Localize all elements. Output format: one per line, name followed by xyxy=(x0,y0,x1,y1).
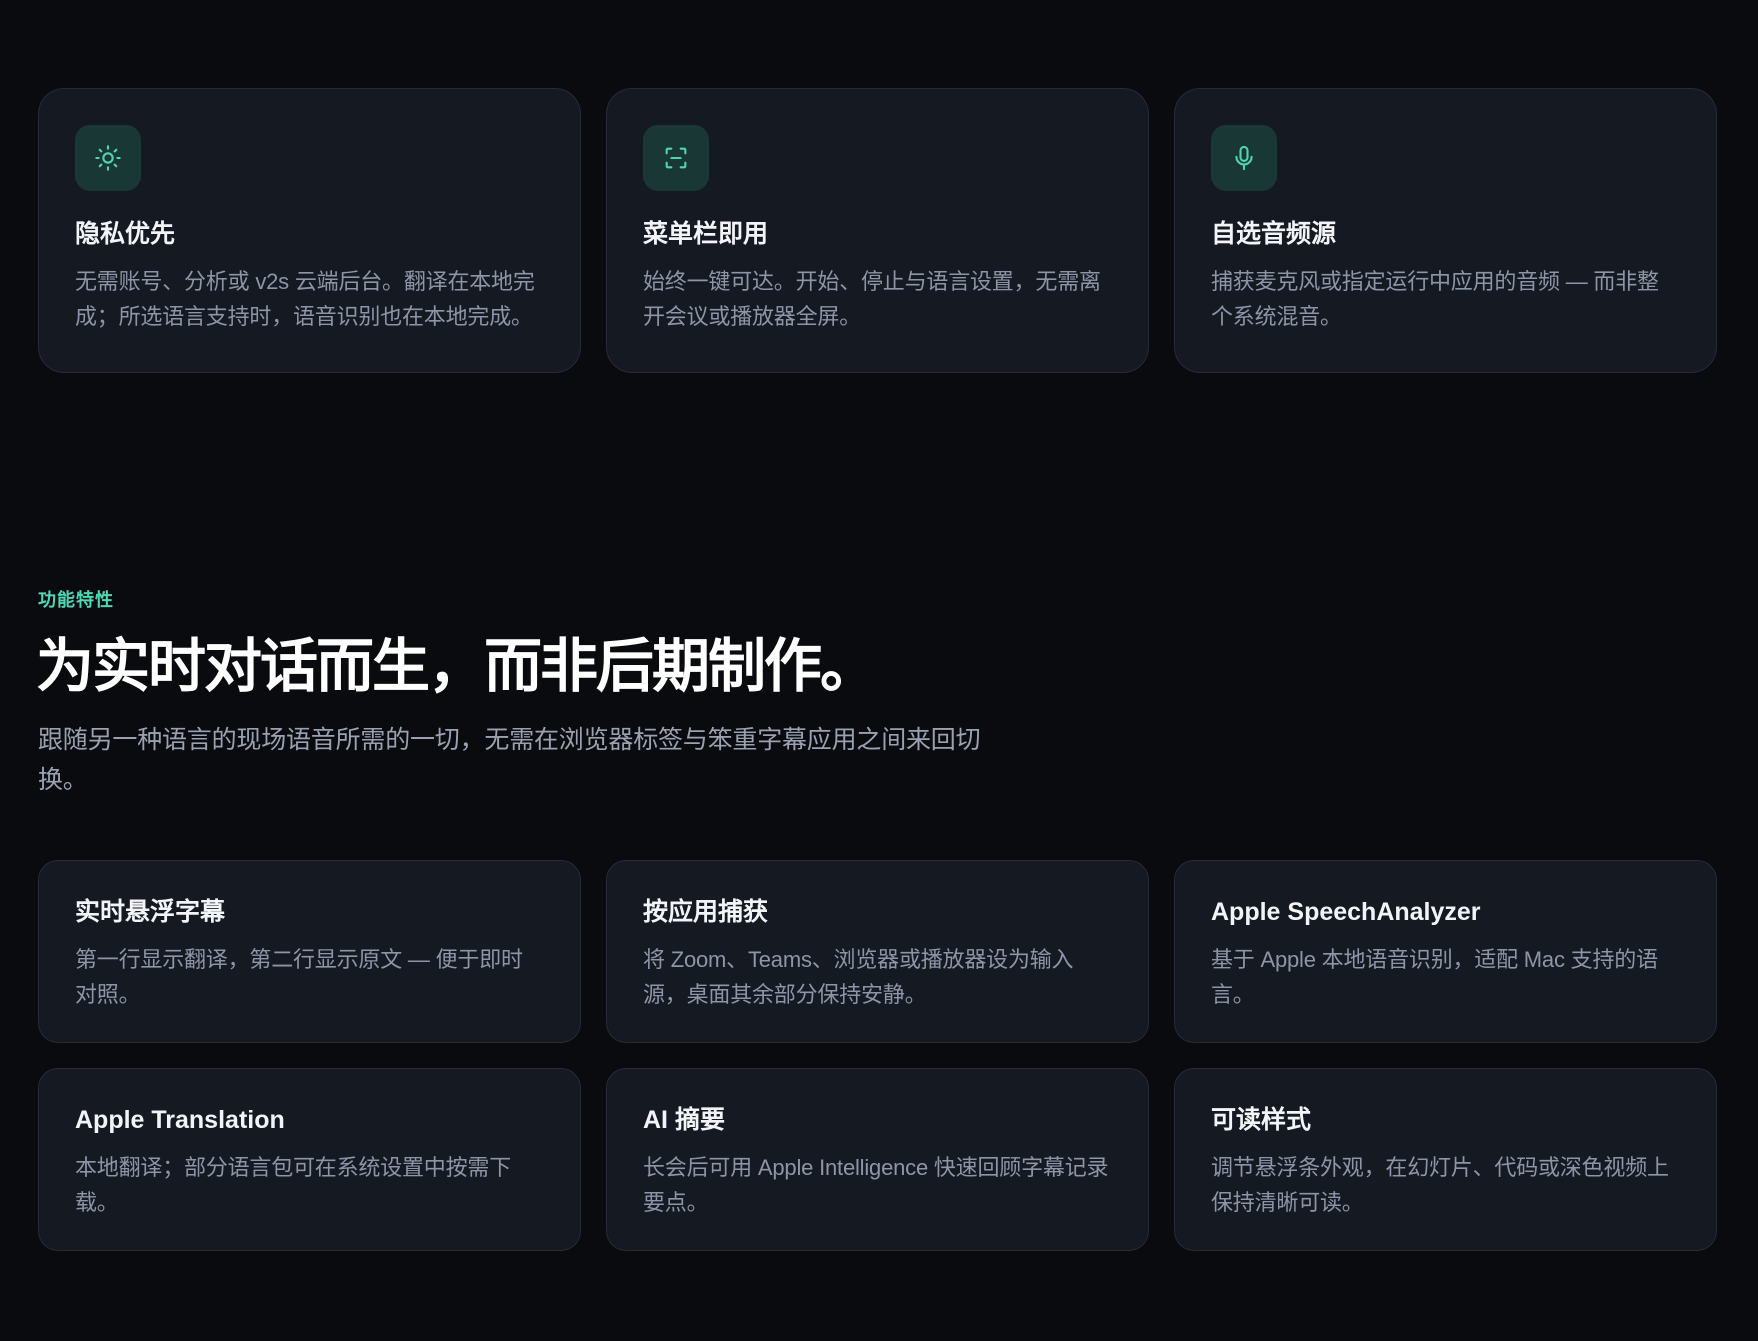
card-description: 始终一键可达。开始、停止与语言设置，无需离开会议或播放器全屏。 xyxy=(643,269,1101,329)
audio-source-card: 自选音频源 捕获麦克风或指定运行中应用的音频 — 而非整个系统混音。 xyxy=(1174,88,1717,373)
section-subtitle: 跟随另一种语言的现场语音所需的一切，无需在浏览器标签与笨重字幕应用之间来回切换。 xyxy=(38,726,981,794)
card-title: 菜单栏即用 xyxy=(643,220,769,248)
feature-card-speech-analyzer: Apple SpeechAnalyzer 基于 Apple 本地语音识别，适配 … xyxy=(1174,860,1717,1043)
feature-title: Apple SpeechAnalyzer xyxy=(1211,898,1481,926)
feature-grid: 实时悬浮字幕 第一行显示翻译，第二行显示原文 — 便于即时对照。 按应用捕获 将… xyxy=(38,860,1718,1251)
scan-icon xyxy=(643,125,709,191)
feature-card-translation: Apple Translation 本地翻译；部分语言包可在系统设置中按需下载。 xyxy=(38,1068,581,1251)
feature-card-ai-summary: AI 摘要 长会后可用 Apple Intelligence 快速回顾字幕记录要… xyxy=(606,1068,1149,1251)
privacy-card: 隐私优先 无需账号、分析或 v2s 云端后台。翻译在本地完成；所选语言支持时，语… xyxy=(38,88,581,373)
microphone-icon xyxy=(1211,125,1277,191)
feature-description: 将 Zoom、Teams、浏览器或播放器设为输入源，桌面其余部分保持安静。 xyxy=(643,947,1074,1007)
card-description: 无需账号、分析或 v2s 云端后台。翻译在本地完成；所选语言支持时，语音识别也在… xyxy=(75,269,535,329)
card-title: 自选音频源 xyxy=(1211,220,1337,248)
feature-description: 本地翻译；部分语言包可在系统设置中按需下载。 xyxy=(75,1155,512,1215)
feature-description: 调节悬浮条外观，在幻灯片、代码或深色视频上保持清晰可读。 xyxy=(1211,1155,1669,1215)
section-headline: 为实时对话而生，而非后期制作。 xyxy=(36,634,878,699)
feature-title: Apple Translation xyxy=(75,1106,285,1134)
feature-card-live-captions: 实时悬浮字幕 第一行显示翻译，第二行显示原文 — 便于即时对照。 xyxy=(38,860,581,1043)
feature-description: 基于 Apple 本地语音识别，适配 Mac 支持的语言。 xyxy=(1211,947,1658,1007)
sun-icon xyxy=(75,125,141,191)
feature-description: 长会后可用 Apple Intelligence 快速回顾字幕记录要点。 xyxy=(643,1155,1109,1215)
feature-description: 第一行显示翻译，第二行显示原文 — 便于即时对照。 xyxy=(75,947,523,1007)
menu-bar-card: 菜单栏即用 始终一键可达。开始、停止与语言设置，无需离开会议或播放器全屏。 xyxy=(606,88,1149,373)
card-description: 捕获麦克风或指定运行中应用的音频 — 而非整个系统混音。 xyxy=(1211,269,1659,329)
features-page: 隐私优先 无需账号、分析或 v2s 云端后台。翻译在本地完成；所选语言支持时，语… xyxy=(0,0,1758,1341)
feature-card-app-capture: 按应用捕获 将 Zoom、Teams、浏览器或播放器设为输入源，桌面其余部分保持… xyxy=(606,860,1149,1043)
feature-title: 可读样式 xyxy=(1211,1106,1312,1134)
card-title: 隐私优先 xyxy=(75,220,176,248)
feature-title: AI 摘要 xyxy=(643,1106,725,1134)
highlight-cards: 隐私优先 无需账号、分析或 v2s 云端后台。翻译在本地完成；所选语言支持时，语… xyxy=(38,88,1718,373)
section-eyebrow: 功能特性 xyxy=(38,590,114,610)
feature-card-readable-style: 可读样式 调节悬浮条外观，在幻灯片、代码或深色视频上保持清晰可读。 xyxy=(1174,1068,1717,1251)
feature-title: 按应用捕获 xyxy=(643,898,769,926)
feature-title: 实时悬浮字幕 xyxy=(75,898,226,926)
